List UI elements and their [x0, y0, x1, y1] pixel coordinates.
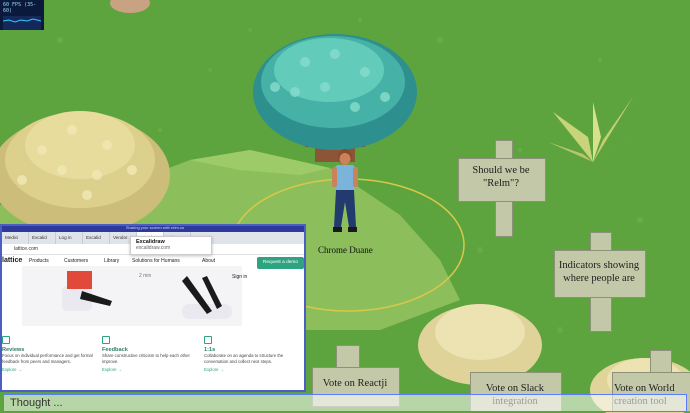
request-demo-button[interactable]: Request a demo [257, 257, 304, 269]
sign-text: Indicators showing where people are [558, 260, 640, 284]
feature-link[interactable]: Explore → [204, 367, 296, 373]
feature-feedback: Feedback Share constructive criticism to… [102, 336, 194, 373]
sign-text: Vote on Reactji [322, 378, 388, 389]
sign-indicators[interactable]: Indicators showing where people are [554, 230, 646, 332]
game-world[interactable]: Chrome Duane Should we be "Relm"? Indica… [0, 0, 690, 413]
hero-people-image [62, 271, 232, 319]
one-on-one-icon [204, 336, 212, 344]
fps-graph-icon [3, 16, 41, 30]
player-name-label: Chrome Duane [318, 245, 373, 255]
leafy-plant [548, 97, 638, 162]
screen-share-window[interactable]: Sharing your screen with relm.us Medici … [0, 224, 306, 392]
player-avatar[interactable] [330, 147, 360, 242]
fps-counter: 60 FPS (35-60) [0, 0, 44, 30]
reviews-icon [2, 336, 10, 344]
feature-one-on-ones: 1:1s Collaborate on an agenda to structu… [204, 336, 296, 373]
feature-link[interactable]: Explore → [102, 367, 194, 373]
sign-should-we-be-relm[interactable]: Should we be "Relm"? [458, 140, 546, 237]
read-time: 2 min [139, 273, 152, 279]
thought-input[interactable] [3, 394, 687, 412]
sign-in-link[interactable]: Sign in [232, 274, 247, 280]
site-logo[interactable]: lattice [2, 255, 22, 267]
sharing-banner: Sharing your screen with relm.us [2, 226, 304, 232]
hero-illustration [22, 266, 242, 326]
sign-text: Should we be "Relm"? [472, 165, 530, 189]
feature-desc: Share constructive criticism to help eac… [102, 353, 190, 364]
feature-link[interactable]: Explore → [2, 367, 94, 373]
feature-reviews: Reviews Focus on individual performance … [2, 336, 94, 373]
fps-text: 60 FPS (35-60) [3, 2, 37, 14]
feature-desc: Focus on individual performance and get … [2, 353, 93, 364]
feedback-icon [102, 336, 110, 344]
feature-desc: Collaborate on an agenda to structure th… [204, 353, 284, 364]
